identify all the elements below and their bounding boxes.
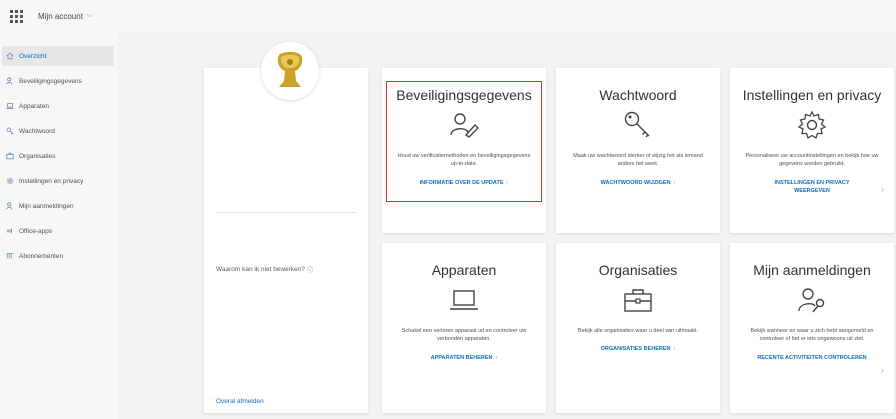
sidebar-item-label: Apparaten (19, 102, 49, 110)
sidebar-item-label: Overzicht (19, 52, 47, 60)
trophy-avatar-image (277, 52, 303, 87)
briefcase-icon (6, 152, 14, 160)
tile-link-label: APPARATEN BEHEREN (430, 354, 493, 361)
home-icon (6, 52, 14, 60)
manage-devices-link[interactable]: APPARATEN BEHEREN › (409, 354, 519, 362)
sidebar-item-label: Wachtwoord (19, 127, 55, 135)
waffle-icon (9, 9, 23, 23)
subscriptions-icon (6, 252, 14, 260)
person-key-icon (382, 109, 546, 143)
chevron-right-icon: › (506, 179, 509, 186)
avatar (261, 42, 319, 100)
tile-description: Bekijk wanneer en waar u zich hebt aange… (750, 328, 874, 343)
security-update-link[interactable]: INFORMATIE OVER DE UPDATE › (409, 179, 519, 187)
tile-link-label: INFORMATIE OVER DE UPDATE (419, 179, 504, 186)
tile-title: Beveiligingsgegevens (396, 87, 532, 103)
my-signins-tile: Mijn aanmeldingen Bekijk wanneer en waar… (730, 243, 894, 413)
sidebar-item-wachtwoord[interactable]: Wachtwoord (2, 121, 114, 141)
chevron-down-icon: ⌵ (86, 12, 93, 19)
account-label: Mijn account (38, 11, 83, 21)
sidebar-item-office-apps[interactable]: Office-apps (2, 221, 114, 241)
briefcase-icon (556, 284, 720, 318)
sidebar-item-label: Instellingen en privacy (19, 177, 84, 185)
chevron-right-icon: › (673, 346, 676, 353)
key-icon (556, 109, 720, 143)
person-key-icon (6, 77, 14, 85)
sidebar-item-aanmeldingen[interactable]: Mijn aanmeldingen (2, 196, 114, 216)
tile-title: Wachtwoord (599, 87, 677, 103)
tile-description: Maak uw wachtwoord sterker of wijzig het… (573, 153, 703, 168)
top-bar: Mijn account ⌵ (0, 0, 896, 32)
tile-description: Schakel een verloren apparaat uit en con… (401, 328, 527, 343)
tile-link-label: RECENTE ACTIVITEITEN CONTROLEREN (757, 354, 867, 361)
info-icon: ⓘ (307, 268, 314, 274)
why-cant-edit-link[interactable]: Waarom kan ik niet bewerken? ⓘ (216, 265, 313, 274)
gear-icon (6, 177, 14, 185)
signout-everywhere-link[interactable]: Overal afmelden (216, 398, 264, 405)
office-icon (6, 227, 14, 235)
security-info-tile: Beveiligingsgegevens Houd uw verificatie… (382, 68, 546, 233)
person-key-icon (6, 202, 14, 210)
chevron-right-icon: › (673, 179, 676, 186)
why-cant-edit-label: Waarom kan ik niet bewerken? (216, 266, 305, 273)
tile-title: Apparaten (431, 262, 497, 278)
change-password-link[interactable]: WACHTWOORD WIJZIGEN › (583, 179, 693, 187)
tile-title: Mijn aanmeldingen (753, 262, 871, 278)
sidebar-item-overzicht[interactable]: Overzicht (2, 46, 114, 66)
tile-description: Bekijk alle organisaties waar u deel van… (577, 328, 699, 334)
tile-link-label: WACHTWOORD WIJZIGEN (600, 179, 671, 186)
password-tile: Wachtwoord Maak uw wachtwoord sterker of… (556, 68, 720, 233)
tile-description: Personaliseer uw accountinstellingen en … (745, 153, 879, 168)
gear-icon (730, 109, 894, 143)
sidebar-item-label: Beveiligingsgegevens (19, 77, 82, 85)
sidebar-item-label: Office-apps (19, 227, 53, 235)
profile-card: Waarom kan ik niet bewerken? ⓘ Overal af… (204, 42, 368, 413)
sidebar-item-label: Organisaties (19, 152, 56, 160)
sidebar: Overzicht Beveiligingsgegevens Apparaten… (0, 32, 118, 419)
manage-organizations-link[interactable]: ORGANISATIES BEHEREN › (583, 345, 693, 353)
key-icon (6, 127, 14, 135)
devices-tile: Apparaten Schakel een verloren apparaat … (382, 243, 546, 413)
chevron-right-icon: › (881, 365, 884, 375)
main-content: Waarom kan ik niet bewerken? ⓘ Overal af… (118, 32, 896, 419)
sidebar-item-organisaties[interactable]: Organisaties (2, 146, 114, 166)
tile-title: Organisaties (598, 262, 678, 278)
person-key-icon (730, 284, 894, 318)
chevron-right-icon: › (495, 354, 498, 361)
review-activity-link[interactable]: RECENTE ACTIVITEITEN CONTROLEREN (757, 354, 867, 362)
chevron-right-icon: › (881, 184, 884, 194)
tile-description: Houd uw verificatiemethoden en beveiligi… (397, 153, 531, 168)
laptop-icon (382, 284, 546, 318)
account-menu[interactable]: Mijn account ⌵ (38, 12, 92, 21)
profile-divider (216, 212, 356, 213)
settings-privacy-tile: Instellingen en privacy Personaliseer uw… (730, 68, 894, 233)
sidebar-item-label: Abonnementen (19, 252, 64, 260)
sidebar-item-apparaten[interactable]: Apparaten (2, 96, 114, 116)
laptop-icon (6, 102, 14, 110)
view-settings-link[interactable]: INSTELLINGEN EN PRIVACY WEERGEVEN (757, 179, 867, 196)
organizations-tile: Organisaties Bekijk alle organisaties wa… (556, 243, 720, 413)
sidebar-item-abonnementen[interactable]: Abonnementen (2, 246, 114, 266)
tile-link-label: ORGANISATIES BEHEREN (600, 346, 671, 353)
sidebar-item-label: Mijn aanmeldingen (19, 202, 74, 210)
app-launcher-button[interactable] (0, 0, 32, 32)
sidebar-item-beveiligingsgegevens[interactable]: Beveiligingsgegevens (2, 71, 114, 91)
tile-title: Instellingen en privacy (742, 87, 882, 103)
tile-link-label: INSTELLINGEN EN PRIVACY WEERGEVEN (774, 179, 850, 194)
sidebar-item-instellingen[interactable]: Instellingen en privacy (2, 171, 114, 191)
